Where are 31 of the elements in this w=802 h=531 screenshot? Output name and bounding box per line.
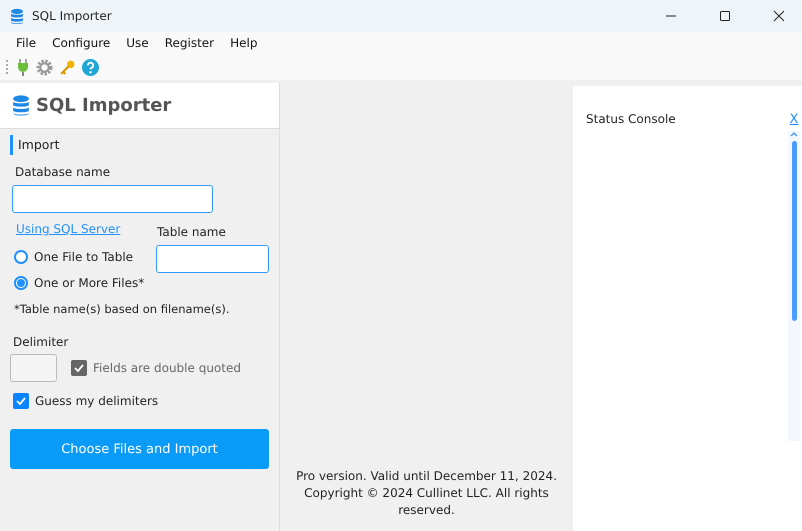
menu-item[interactable]: Use: [118, 36, 157, 50]
checkbox-option[interactable]: Guess my delimiters: [13, 393, 158, 409]
table-field[interactable]: [156, 245, 269, 273]
menu-item[interactable]: Register: [156, 36, 222, 50]
radio-option[interactable]: One File to Table: [10, 244, 134, 270]
maximize-icon[interactable]: [719, 10, 731, 22]
app-icon: [10, 8, 24, 24]
section-tab[interactable]: Import: [10, 135, 269, 155]
footer-text: Pro version. Valid until December 11, 2024.: [295, 468, 558, 485]
database-label: Database name: [14, 165, 112, 179]
delimiter-field[interactable]: [10, 354, 57, 382]
menu-item[interactable]: Configure: [44, 36, 118, 50]
key-icon[interactable]: [59, 58, 76, 76]
sidebar-title: SQL Importer: [36, 95, 172, 116]
scroll-up-icon[interactable]: [790, 131, 798, 137]
scrollbar[interactable]: [788, 131, 800, 441]
help-icon[interactable]: [82, 58, 99, 76]
delimiter-label: Delimiter: [12, 335, 70, 349]
radio-option[interactable]: One or More Files*: [10, 270, 144, 296]
menu-item[interactable]: Help: [222, 36, 266, 50]
window-title: SQL Importer: [32, 9, 113, 23]
table-note: *Table name(s) based on filename(s).: [13, 301, 230, 316]
settings-icon[interactable]: [36, 58, 53, 76]
database-icon: [12, 94, 30, 117]
table-label: Table name: [156, 225, 227, 239]
menu-item[interactable]: File: [8, 36, 44, 50]
database-field[interactable]: [12, 185, 213, 213]
plug-icon[interactable]: [16, 58, 30, 76]
console-title: Status Console: [586, 112, 676, 126]
close-icon[interactable]: [773, 10, 785, 22]
footer-text: Copyright © 2024 Cullinet LLC. All rights reserved.: [303, 485, 550, 519]
